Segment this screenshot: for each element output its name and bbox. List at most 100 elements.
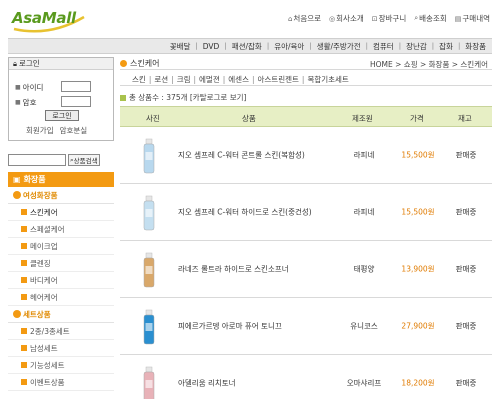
table-row[interactable]: 피에르가르뎅 아로마 퓨어 토니끄 유니코스 27,900원 판매중	[120, 298, 492, 355]
subcategory-link[interactable]: 에센스	[228, 74, 249, 85]
product-image[interactable]	[142, 138, 156, 174]
subcategory-link[interactable]: 크림	[177, 74, 191, 85]
sidebar-item-skincare[interactable]: 스킨케어	[8, 204, 114, 221]
square-bullet-icon	[21, 226, 27, 232]
category-link[interactable]: 컴퓨터	[373, 41, 394, 52]
house-icon: ⌂	[287, 14, 293, 23]
table-header: 사진 상품 제조원 가격 재고	[120, 106, 492, 127]
subcategory-link[interactable]: 로션	[154, 74, 168, 85]
product-image[interactable]	[142, 366, 156, 399]
category-link[interactable]: 장난감	[406, 41, 427, 52]
id-field[interactable]	[61, 81, 91, 92]
top-link-cart[interactable]: ⊡ 장바구니	[372, 13, 406, 24]
sidebar-item-functional-set[interactable]: 기능성세트	[8, 357, 114, 374]
col-maker: 제조원	[352, 114, 373, 123]
product-maker: 유니코스	[350, 321, 378, 331]
product-stock: 판매중	[455, 207, 477, 217]
product-name-link[interactable]: 지오 셈프레 C-워터 콘트롤 스킨(복합성)	[178, 150, 328, 161]
product-price: 13,900원	[401, 264, 435, 274]
find-password-link[interactable]: 암호분실	[60, 125, 88, 136]
product-maker: 태평양	[353, 264, 375, 274]
login-header: 🔒︎ 로그인	[9, 58, 113, 70]
square-bullet-icon	[21, 277, 27, 283]
sidebar-group-sets[interactable]: 세트상품	[8, 306, 114, 323]
table-row[interactable]: 지오 셈프레 C-워터 하이드로 스킨(중건성) 라피네 15,500원 판매중	[120, 184, 492, 241]
sidebar-item-bodycare[interactable]: 바디케어	[8, 272, 114, 289]
product-price: 27,900원	[401, 321, 435, 331]
cart-icon: ⊡	[371, 14, 378, 23]
product-table: 사진 상품 제조원 가격 재고 지오 셈프레 C-워터 콘트롤 스킨(복합성) 라…	[120, 106, 492, 399]
category-link[interactable]: 꽃배달	[170, 41, 191, 52]
page-title: 스킨케어	[120, 58, 159, 69]
subcategory-link[interactable]: 복합기초세트	[307, 74, 348, 85]
password-field[interactable]	[61, 96, 91, 107]
col-photo: 사진	[146, 114, 160, 123]
col-price: 가격	[410, 114, 424, 123]
circle-bullet-icon	[13, 191, 21, 199]
category-nav: 꽃배달 | DVD | 패션/잡화 | 유아/육아 | 생활/주방가전 | 컴퓨…	[8, 38, 492, 54]
subcategory-link[interactable]: 스킨	[132, 74, 146, 85]
product-name-link[interactable]: 아델리움 리치토너	[178, 378, 328, 389]
product-price: 15,500원	[401, 207, 435, 217]
product-image[interactable]	[142, 195, 156, 231]
category-link[interactable]: 화장품	[465, 41, 486, 52]
search-input[interactable]	[8, 154, 66, 166]
square-bullet-icon	[21, 328, 27, 334]
join-link[interactable]: 회원가입	[26, 125, 54, 136]
square-bullet-icon	[21, 294, 27, 300]
sidebar-item-2-3-set[interactable]: 2종/3종세트	[8, 323, 114, 340]
product-maker: 라피네	[353, 150, 375, 160]
top-link-home[interactable]: ⌂ 처음으로	[288, 13, 321, 24]
product-name-link[interactable]: 피에르가르뎅 아로마 퓨어 토니끄	[178, 321, 328, 332]
table-row[interactable]: 지오 셈프레 C-워터 콘트롤 스킨(복합성) 라피네 15,500원 판매중	[120, 127, 492, 184]
sidebar-group-women[interactable]: 여성화장품	[8, 187, 114, 204]
col-stock: 재고	[458, 114, 472, 123]
site-logo[interactable]: AsaMall	[10, 5, 88, 35]
col-product: 상품	[242, 114, 256, 123]
table-row[interactable]: 라네즈 롤트라 하이드로 스킨소프너 태평양 13,900원 판매중	[120, 241, 492, 298]
square-bullet-icon	[21, 362, 27, 368]
sidebar-item-specialcare[interactable]: 스페셜케어	[8, 221, 114, 238]
top-link-company[interactable]: ◎ 회사소개	[329, 13, 364, 24]
sidebar-item-men-set[interactable]: 남성세트	[8, 340, 114, 357]
login-button[interactable]: 로그인	[45, 110, 79, 121]
product-count: 총 상품수 : 375개 [카탈로그로 보기]	[120, 92, 246, 103]
sidebar-item-event[interactable]: 이벤트상품	[8, 374, 114, 391]
product-image[interactable]	[142, 252, 156, 288]
category-link[interactable]: 생활/주방가전	[317, 41, 361, 52]
subcategory-link[interactable]: 에멀젼	[199, 74, 220, 85]
lock-icon: 🔒︎	[13, 58, 17, 68]
search-button[interactable]: ⌕ 상품검색	[68, 154, 100, 166]
category-link[interactable]: 유아/육아	[274, 41, 304, 52]
product-name-link[interactable]: 라네즈 롤트라 하이드로 스킨소프너	[178, 264, 328, 275]
id-label: 아이디	[22, 83, 44, 92]
product-name-link[interactable]: 지오 셈프레 C-워터 하이드로 스킨(중건성)	[178, 207, 328, 218]
product-search: ⌕ 상품검색	[8, 154, 114, 167]
circle-bullet-icon	[13, 310, 21, 318]
info-icon: ◎	[329, 14, 336, 23]
logo-text: AsaMall	[12, 9, 76, 27]
subcategory-link[interactable]: 아스트린젠트	[258, 74, 299, 85]
folder-icon: ▣	[13, 175, 21, 184]
pw-row: ■ 암호	[15, 98, 37, 107]
top-links: ⌂ 처음으로 ◎ 회사소개 ⊡ 장바구니 ⌕ 배송조회 ▤ 구매내역	[288, 13, 490, 24]
product-price: 15,500원	[401, 150, 435, 160]
sidebar-item-haircare[interactable]: 헤어케어	[8, 289, 114, 306]
site-header: AsaMall ⌂ 처음으로 ◎ 회사소개 ⊡ 장바구니 ⌕ 배송조회 ▤ 구매…	[0, 0, 500, 38]
top-link-delivery[interactable]: ⌕ 배송조회	[414, 13, 447, 24]
table-row[interactable]: 아델리움 리치토너 오마샤리프 18,200원 판매중	[120, 355, 492, 399]
product-image[interactable]	[142, 309, 156, 345]
list-icon: ▤	[454, 14, 462, 23]
circle-bullet-icon	[120, 59, 127, 67]
category-link[interactable]: 잡화	[439, 41, 453, 52]
top-link-orders[interactable]: ▤ 구매내역	[455, 13, 490, 24]
category-link[interactable]: 패션/잡화	[232, 41, 262, 52]
sidebar-item-makeup[interactable]: 메이크업	[8, 238, 114, 255]
breadcrumb[interactable]: HOME > 쇼핑 > 화장품 > 스킨케어	[370, 59, 488, 70]
product-stock: 판매중	[455, 150, 477, 160]
category-link[interactable]: DVD	[203, 42, 220, 51]
product-price: 18,200원	[401, 378, 435, 388]
square-bullet-icon	[21, 260, 27, 266]
sidebar-item-cleansing[interactable]: 클렌징	[8, 255, 114, 272]
square-bullet-icon	[120, 94, 126, 101]
